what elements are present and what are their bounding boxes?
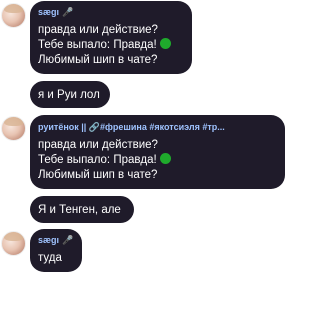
message-bubble: Я и Тенген, але [30, 196, 134, 223]
message-text: Я и Тенген, але [38, 204, 121, 216]
message-text: Любимый шип в чате? [38, 54, 158, 66]
message-bubble: руитёнок || 🔗#фрешина #якотсиэля #тр... … [30, 115, 285, 189]
message-text: Тебе выпало: Правда! [38, 38, 171, 52]
message-text: туда [38, 252, 62, 264]
message-text: правда или действие? [38, 24, 158, 36]
avatar[interactable] [1, 3, 26, 28]
message-text: Тебе выпало: Правда! [38, 153, 171, 167]
author-name[interactable]: руитёнок || 🔗#фрешина #якотсиэля #тр... [38, 122, 278, 133]
avatar[interactable] [1, 116, 26, 141]
mic-icon: 🎤 [62, 235, 74, 245]
message-text: я и Руи лол [38, 89, 100, 101]
message-bubble: я и Руи лол [30, 81, 110, 108]
message-text: Любимый шип в чате? [38, 169, 158, 181]
mic-icon: 🎤 [62, 7, 74, 17]
message-bubble: sægı 🎤 туда [30, 229, 82, 272]
message-text: правда или действие? [38, 139, 158, 151]
green-circle-icon [159, 38, 171, 49]
author-name[interactable]: sægı 🎤 [38, 235, 73, 246]
message-bubble: sægı 🎤 правда или действие? Тебе выпало: … [30, 1, 192, 74]
author-name[interactable]: sægı 🎤 [38, 7, 73, 18]
green-circle-icon [159, 153, 171, 164]
avatar[interactable] [1, 231, 26, 256]
